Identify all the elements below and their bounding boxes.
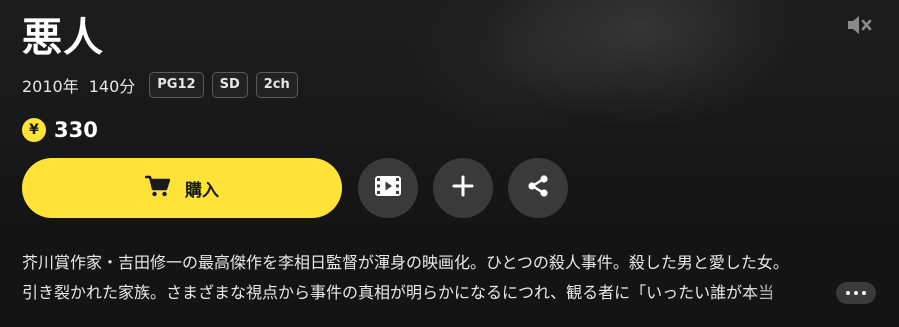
price-value: 330 — [54, 118, 98, 142]
film-icon — [374, 174, 402, 202]
share-button[interactable] — [508, 158, 568, 218]
price-row: ¥ 330 — [22, 116, 98, 144]
cart-icon — [144, 174, 171, 202]
detail-panel: 悪人 2010年 140分 PG12 SD 2ch ¥ 330 購入 芥川賞作家… — [0, 0, 899, 327]
read-more-button[interactable] — [836, 282, 876, 304]
quality-badge: SD — [211, 72, 248, 98]
plus-icon — [452, 175, 474, 201]
add-to-list-button[interactable] — [433, 158, 493, 218]
description-fade — [745, 278, 845, 308]
audio-badge: 2ch — [255, 72, 298, 98]
trailer-button[interactable] — [358, 158, 418, 218]
mute-button[interactable] — [842, 12, 876, 42]
description-line-2: 引き裂かれた家族。さまざまな視点から事件の真相が明らかになるにつれ、観る者に「い… — [22, 283, 775, 302]
description-line-1: 芥川賞作家・吉田修一の最高傑作を李相日監督が渾身の映画化。ひとつの殺人事件。殺し… — [22, 253, 789, 272]
share-icon — [526, 174, 550, 202]
release-year: 2010年 — [22, 77, 79, 96]
buy-button[interactable]: 購入 — [22, 158, 342, 218]
ellipsis-dot — [854, 291, 858, 295]
coin-icon: ¥ — [22, 118, 46, 142]
meta-row: 2010年 140分 PG12 SD 2ch — [22, 71, 298, 99]
ellipsis-icon — [846, 291, 850, 295]
buy-label: 購入 — [185, 180, 219, 201]
description: 芥川賞作家・吉田修一の最高傑作を李相日監督が渾身の映画化。ひとつの殺人事件。殺し… — [22, 248, 868, 308]
duration: 140分 — [88, 77, 136, 96]
page-title: 悪人 — [22, 15, 104, 61]
ellipsis-dot — [862, 291, 866, 295]
rating-badge: PG12 — [149, 72, 204, 98]
volume-mute-icon — [845, 12, 873, 42]
